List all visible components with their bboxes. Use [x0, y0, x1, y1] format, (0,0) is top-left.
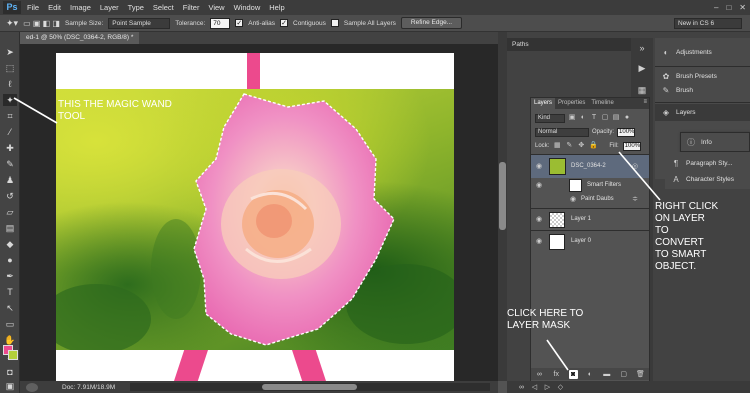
arrow-to-layer-mask [546, 339, 569, 371]
annotation-line: ON LAYER [655, 213, 705, 224]
annotation-line: TO SMART [655, 249, 707, 260]
annotation-line: TOOL [58, 111, 86, 122]
annotation-arrows [13, 97, 661, 371]
annotation-line: LAYER MASK [507, 320, 571, 331]
annotation-line: RIGHT CLICK [655, 201, 719, 212]
annotation-right-click: RIGHT CLICK ON LAYER TO CONVERT TO SMART… [655, 201, 718, 273]
annotation-line: THIS THE MAGIC WAND [58, 99, 172, 110]
annotation-line: CLICK HERE TO [507, 308, 584, 319]
annotation-line: TO [655, 225, 669, 236]
arrow-to-layer [618, 151, 661, 201]
annotation-line: CONVERT [655, 237, 704, 248]
arrow-to-magic-wand [13, 97, 58, 124]
annotation-layer-mask: CLICK HERE TO LAYER MASK [507, 308, 583, 332]
annotation-magic-wand: THIS THE MAGIC WAND TOOL [58, 99, 172, 123]
annotation-line: OBJECT. [655, 261, 697, 272]
